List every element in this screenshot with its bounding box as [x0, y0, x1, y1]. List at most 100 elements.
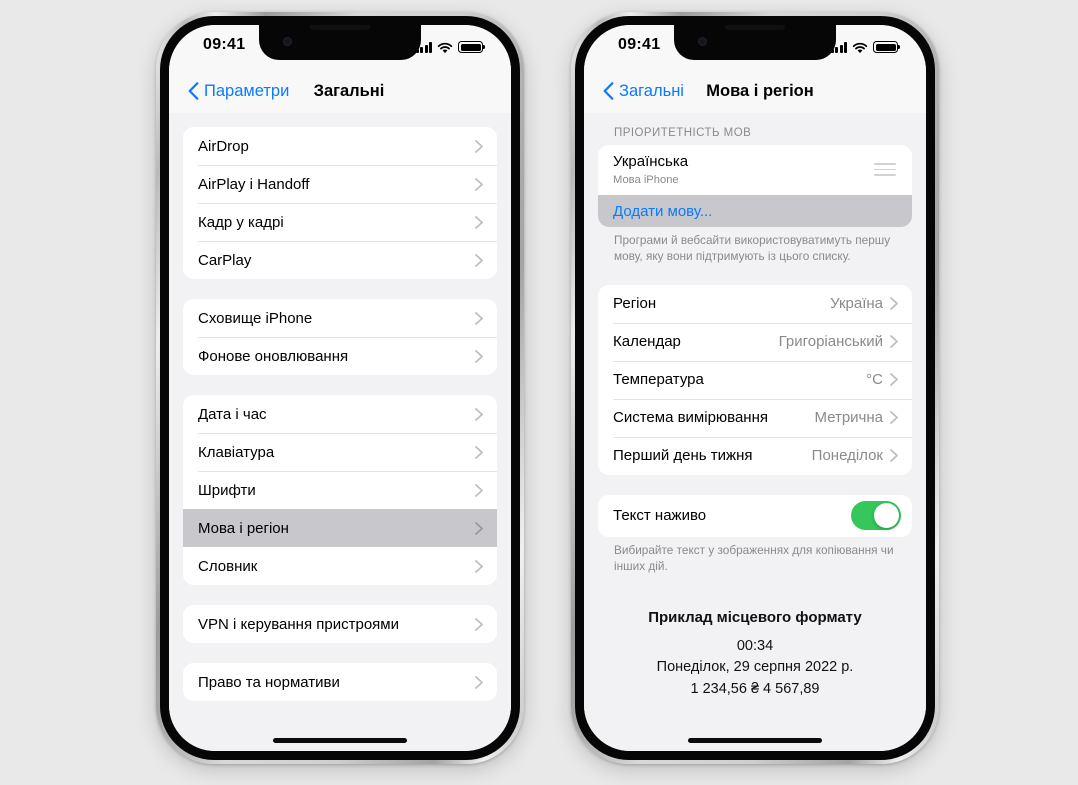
settings-group-vpn: VPN і керування пристроями — [183, 605, 497, 643]
back-button-label: Параметри — [204, 81, 290, 100]
row-airplay-handoff[interactable]: AirPlay і Handoff — [183, 165, 497, 203]
row-picture-in-picture[interactable]: Кадр у кадрі — [183, 203, 497, 241]
back-button-label: Загальні — [619, 81, 684, 100]
row-first-day-of-week[interactable]: Перший день тижня Понеділок — [598, 436, 912, 475]
status-icons — [415, 39, 486, 54]
add-language-button[interactable]: Додати мову... — [598, 195, 912, 227]
row-live-text[interactable]: Текст наживо — [598, 494, 912, 537]
row-label: Кадр у кадрі — [198, 213, 284, 231]
chevron-right-icon — [890, 335, 898, 349]
row-iphone-storage[interactable]: Сховище iPhone — [183, 299, 497, 337]
row-label: Сховище iPhone — [198, 309, 313, 327]
chevron-right-icon — [475, 253, 483, 267]
phone-screen-left: 09:41 Параметри Загальні AirDrop AirPlay… — [169, 25, 511, 751]
row-temperature[interactable]: Температура °C — [598, 360, 912, 399]
toggle-knob — [874, 503, 899, 529]
live-text-toggle[interactable] — [851, 501, 901, 531]
chevron-left-icon — [188, 82, 199, 100]
list-top-spacer — [169, 113, 511, 127]
back-button-left[interactable]: Параметри — [188, 82, 289, 101]
settings-list-left[interactable]: AirDrop AirPlay і Handoff Кадр у кадрі C… — [169, 113, 511, 751]
row-label: Клавіатура — [198, 443, 275, 461]
row-calendar[interactable]: Календар Григоріанський — [598, 322, 912, 361]
notch-right — [674, 25, 836, 60]
row-value: Метрична — [814, 409, 883, 427]
row-vpn-device-management[interactable]: VPN і керування пристроями — [183, 605, 497, 643]
iphone-device-right: 09:41 Загальні Мова і регіон ПРІОРИТЕТНІ… — [571, 12, 939, 764]
row-label: Температура — [613, 371, 704, 389]
chevron-right-icon — [475, 349, 483, 363]
section-header-language-priority: ПРІОРИТЕТНІСТЬ МОВ — [614, 127, 752, 139]
wifi-icon — [437, 41, 453, 54]
row-airdrop[interactable]: AirDrop — [183, 127, 497, 165]
row-label: Право та нормативи — [198, 673, 340, 691]
home-indicator-left[interactable] — [273, 738, 407, 743]
nav-bar-right: Загальні Мова і регіон — [584, 69, 926, 113]
chevron-right-icon — [475, 311, 483, 325]
row-label: AirPlay і Handoff — [198, 175, 310, 193]
row-carplay[interactable]: CarPlay — [183, 241, 497, 279]
row-label: Система вимірювання — [613, 409, 768, 427]
status-time: 09:41 — [618, 36, 661, 53]
battery-full-icon — [458, 41, 486, 53]
row-label: Шрифти — [198, 481, 256, 499]
phone-screen-right: 09:41 Загальні Мова і регіон ПРІОРИТЕТНІ… — [584, 25, 926, 751]
home-indicator-right[interactable] — [688, 738, 822, 743]
format-sample-title: Приклад місцевого формату — [648, 608, 862, 626]
phone-bezel-left: 09:41 Параметри Загальні AirDrop AirPlay… — [160, 16, 520, 760]
settings-group-storage: Сховище iPhone Фонове оновлювання — [183, 299, 497, 375]
row-background-refresh[interactable]: Фонове оновлювання — [183, 337, 497, 375]
earpiece-speaker-icon — [310, 25, 370, 30]
row-keyboard[interactable]: Клавіатура — [183, 433, 497, 471]
screenshot-stage: 09:41 Параметри Загальні AirDrop AirPlay… — [0, 0, 1078, 785]
chevron-right-icon — [475, 139, 483, 153]
row-label: Текст наживо — [613, 507, 707, 525]
chevron-right-icon — [890, 373, 898, 387]
row-legal-and-regulatory[interactable]: Право та нормативи — [183, 663, 497, 701]
chevron-right-icon — [475, 407, 483, 421]
language-priority-group: Українська Мова iPhone Додати мову... — [598, 145, 912, 227]
chevron-right-icon — [890, 449, 898, 463]
earpiece-speaker-icon — [725, 25, 785, 30]
chevron-right-icon — [890, 411, 898, 425]
format-sample-numbers: 1 234,56 ₴ 4 567,89 — [690, 681, 820, 698]
row-label: Перший день тижня — [613, 447, 753, 465]
chevron-right-icon — [475, 483, 483, 497]
wifi-icon — [852, 41, 868, 54]
language-subtitle: Мова iPhone — [613, 173, 679, 186]
front-camera-icon — [698, 37, 707, 46]
row-fonts[interactable]: Шрифти — [183, 471, 497, 509]
iphone-device-left: 09:41 Параметри Загальні AirDrop AirPlay… — [156, 12, 524, 764]
live-text-group: Текст наживо — [598, 494, 912, 537]
status-time: 09:41 — [203, 36, 246, 53]
row-value: °C — [866, 371, 883, 389]
row-dictionary[interactable]: Словник — [183, 547, 497, 585]
live-text-footnote: Вибирайте текст у зображеннях для копіюв… — [614, 542, 894, 573]
nav-bar-left: Параметри Загальні — [169, 69, 511, 113]
back-button-right[interactable]: Загальні — [603, 82, 684, 101]
row-language-ukrainian[interactable]: Українська Мова iPhone — [598, 145, 912, 195]
chevron-right-icon — [475, 617, 483, 631]
row-value: Понеділок — [811, 447, 883, 465]
row-value: Григоріанський — [778, 333, 883, 351]
drag-handle-icon[interactable] — [874, 163, 896, 177]
row-label: Фонове оновлювання — [198, 347, 349, 365]
row-region[interactable]: Регіон Україна — [598, 284, 912, 323]
row-measurement-system[interactable]: Система вимірювання Метрична — [598, 398, 912, 437]
row-language-and-region[interactable]: Мова і регіон — [183, 509, 497, 547]
settings-group-localization: Дата і час Клавіатура Шрифти Мова і регі… — [183, 395, 497, 585]
row-label: Регіон — [613, 295, 657, 313]
format-sample: Приклад місцевого формату 00:34 Понеділо… — [584, 575, 926, 701]
format-sample-date: Понеділок, 29 серпня 2022 р. — [656, 659, 854, 676]
region-settings-group: Регіон Україна Календар Григоріанський Т… — [598, 284, 912, 475]
language-region-list[interactable]: ПРІОРИТЕТНІСТЬ МОВ Українська Мова iPhon… — [584, 113, 926, 751]
row-label: Дата і час — [198, 405, 267, 423]
row-value: Україна — [830, 295, 883, 313]
chevron-right-icon — [475, 675, 483, 689]
row-date-time[interactable]: Дата і час — [183, 395, 497, 433]
chevron-right-icon — [475, 559, 483, 573]
phone-bezel-right: 09:41 Загальні Мова і регіон ПРІОРИТЕТНІ… — [575, 16, 935, 760]
